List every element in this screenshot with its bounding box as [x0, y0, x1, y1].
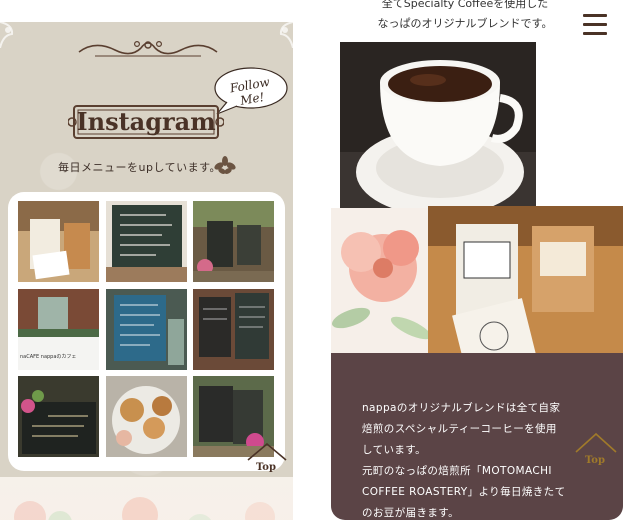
leaf-icon — [214, 156, 236, 174]
blend-intro: 全てSpecialty Coffeeを使用した なっぱのオリジナルブレンドです。 — [350, 0, 580, 40]
blend-intro-line2: なっぱのオリジナルブレンドです。 — [377, 17, 553, 30]
instagram-post-3[interactable] — [193, 201, 274, 282]
blend-description: nappaのオリジナルブレンドは全て自家 焙煎のスペシャルティーコーヒーを使用 … — [362, 398, 602, 520]
blend-intro-line1: 全てSpecialty Coffeeを使用した — [381, 0, 549, 10]
back-to-top-button[interactable]: Top — [585, 455, 605, 466]
instagram-post-6[interactable] — [193, 289, 274, 370]
description-line: 元町のなっぱの焙煎所「MOTOMACHI — [362, 465, 552, 477]
instagram-post-2[interactable] — [106, 201, 187, 282]
flower-decoration — [0, 477, 293, 520]
instagram-post-5[interactable] — [106, 289, 187, 370]
post-caption: naCAFE nappaのカフェ — [20, 354, 77, 360]
ornament-icon — [78, 40, 218, 57]
instagram-post-1[interactable] — [18, 201, 99, 282]
description-line: のお豆が届きます。 — [362, 507, 460, 519]
back-to-top-button[interactable]: Top — [256, 462, 276, 473]
description-line: COFFEE ROASTERY」より毎日焼きたて — [362, 486, 566, 498]
instagram-post-7[interactable] — [18, 376, 99, 457]
instagram-subtitle: 毎日メニューをupしています。 — [58, 161, 222, 174]
coffee-cup-photo — [340, 42, 536, 218]
instagram-post-4[interactable]: naCAFE nappaのカフェ — [18, 289, 99, 370]
description-line: 焙煎のスペシャルティーコーヒーを使用 — [362, 423, 557, 435]
instagram-title: Instagram — [76, 107, 216, 136]
description-line: しています。 — [362, 444, 427, 456]
menu-icon[interactable] — [583, 14, 609, 38]
corner-ornament-icon — [0, 22, 14, 48]
corner-ornament-icon — [279, 22, 293, 48]
description-line: nappaのオリジナルブレンドは全て自家 — [362, 402, 561, 414]
instagram-post-8[interactable] — [106, 376, 187, 457]
